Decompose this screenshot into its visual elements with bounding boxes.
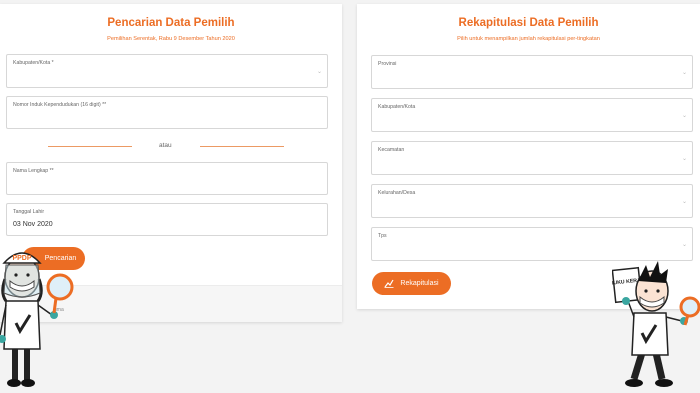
chevron-down-icon: ⌄ xyxy=(681,70,687,76)
divider-right xyxy=(200,146,284,147)
tps-label: Tps xyxy=(378,233,387,239)
nik-label: Nomor Induk Kependudukan (16 digit) ** xyxy=(13,102,107,108)
chevron-down-icon: ⌄ xyxy=(681,156,687,162)
cap-text: PPDP xyxy=(12,255,31,262)
chevron-down-icon: ⌄ xyxy=(681,199,687,205)
recap-card-title: Rekapitulasi Data Pemilih xyxy=(458,17,599,29)
search-card-subtitle: Pemilihan Serentak, Rabu 9 Desember Tahu… xyxy=(107,36,235,42)
chevron-down-icon: ⌄ xyxy=(681,113,687,119)
recap-button-label: Rekapitulasi xyxy=(400,280,439,287)
provinsi-select[interactable]: Provinsi ⌄ xyxy=(371,55,693,89)
chevron-down-icon: ⌄ xyxy=(316,69,322,75)
provinsi-label: Provinsi xyxy=(378,61,397,67)
recap-kabupaten-label: Kabupaten/Kota xyxy=(378,104,416,110)
nik-input[interactable]: Nomor Induk Kependudukan (16 digit) ** xyxy=(6,96,328,129)
recap-card-subtitle: Pilih untuk menampilkan jumlah rekapitul… xyxy=(457,36,600,42)
kabupaten-kota-select[interactable]: Kabupaten/Kota * ⌄ xyxy=(6,54,328,88)
kelurahan-label: Kelurahan/Desa xyxy=(378,190,416,196)
kabupaten-kota-label: Kabupaten/Kota * xyxy=(13,60,54,66)
recap-kabupaten-select[interactable]: Kabupaten/Kota ⌄ xyxy=(371,98,693,132)
birth-date-input[interactable]: Tanggal Lahir 03 Nov 2020 xyxy=(6,203,328,236)
buku-kerja-mascot-illustration: BUKU KERJA xyxy=(612,261,700,387)
recap-button[interactable]: Rekapitulasi xyxy=(372,272,451,295)
birth-date-label: Tanggal Lahir xyxy=(13,209,45,215)
search-card-title: Pencarian Data Pemilih xyxy=(107,17,235,29)
divider-left xyxy=(48,146,132,147)
ppdp-mascot-illustration: PPDP xyxy=(0,252,74,387)
chevron-down-icon: ⌄ xyxy=(681,242,687,248)
birth-date-value: 03 Nov 2020 xyxy=(13,221,53,228)
full-name-input[interactable]: Nama Lengkap ** xyxy=(6,162,328,195)
full-name-label: Nama Lengkap ** xyxy=(13,168,54,174)
kecamatan-select[interactable]: Kecamatan ⌄ xyxy=(371,141,693,175)
or-separator: atau xyxy=(159,142,172,149)
kelurahan-select[interactable]: Kelurahan/Desa ⌄ xyxy=(371,184,693,218)
kecamatan-label: Kecamatan xyxy=(378,147,405,153)
chart-icon xyxy=(384,279,394,288)
